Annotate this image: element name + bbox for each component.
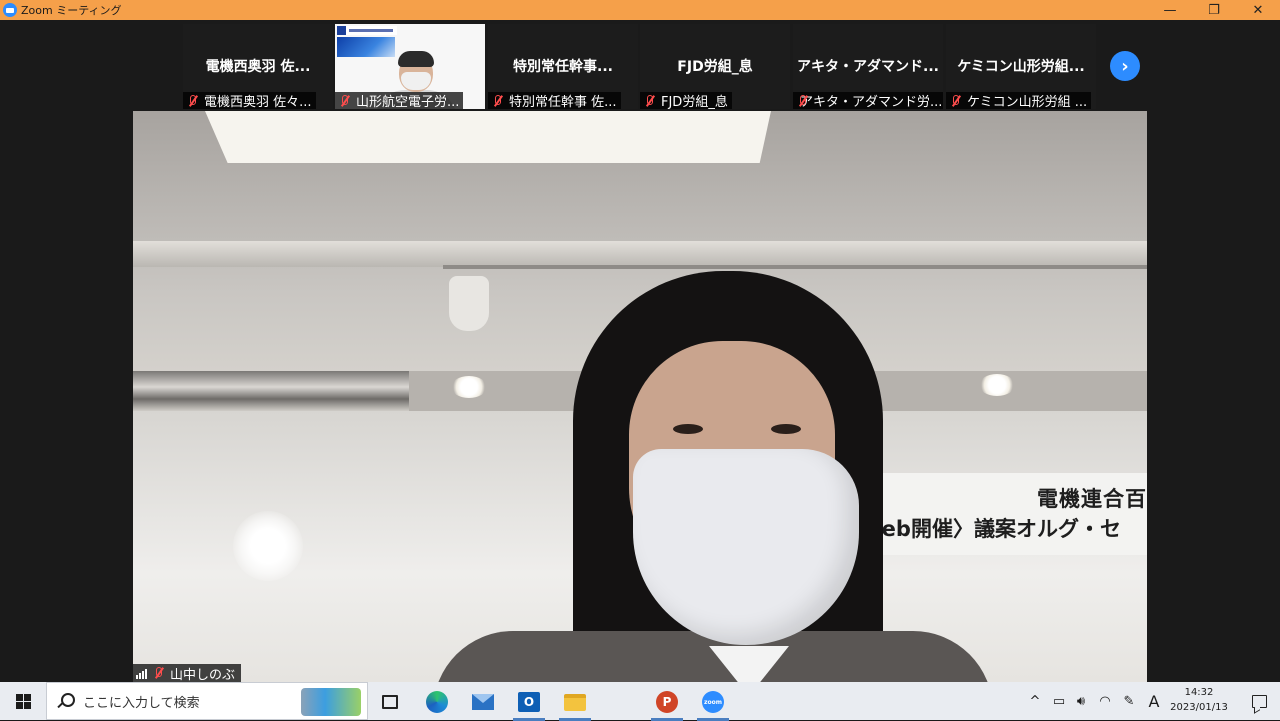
- zoom-window: Zoom ミーティング — ❐ ✕ 電機西奥羽 佐... 電機西奥羽 佐々...…: [0, 0, 1280, 682]
- speaker-name: 山中しのぶ: [170, 667, 236, 683]
- participant-label: FJD労組_息: [640, 92, 732, 109]
- participant-tile[interactable]: FJD労組_息 FJD労組_息: [640, 24, 790, 109]
- participant-label-text: 山形航空電子労...: [356, 95, 460, 109]
- speaker-name-label: 山中しのぶ: [133, 664, 242, 683]
- wifi-icon[interactable]: ◠: [1094, 682, 1116, 720]
- participant-label: ケミコン山形労組 ...: [946, 92, 1092, 109]
- speaker-eye: [673, 424, 703, 434]
- edge-taskbar-button[interactable]: [417, 687, 457, 717]
- mic-muted-icon: [643, 94, 657, 108]
- task-view-icon: [382, 695, 398, 709]
- participant-tile-name: 特別常任幹事...: [513, 59, 613, 75]
- participant-label-text: 特別常任幹事 佐...: [509, 95, 617, 109]
- signal-strength-icon: [136, 668, 147, 679]
- search-icon: [57, 693, 75, 709]
- windows-taskbar: ここに入力して検索 O P zoom ^ ▭ 🔊︎ ◠ ✎ A 14:32 20…: [0, 682, 1280, 721]
- event-banner: 電機連合百 /eb開催〉議案オルグ・セ: [868, 473, 1147, 555]
- pen-icon[interactable]: ✎: [1118, 682, 1140, 720]
- spotlight-lamp: [449, 276, 489, 331]
- participant-tile-name: 電機西奥羽 佐...: [205, 59, 311, 75]
- wall-lamp: [233, 511, 303, 581]
- active-speaker-video[interactable]: 電機連合百 /eb開催〉議案オルグ・セ: [133, 111, 1147, 682]
- light-track: [443, 265, 1147, 269]
- search-placeholder: ここに入力して検索: [83, 695, 200, 711]
- outlook-icon: O: [518, 692, 540, 712]
- participant-mask: [401, 72, 431, 90]
- air-vent: [133, 371, 409, 411]
- participant-tile-name: FJD労組_息: [677, 59, 753, 75]
- taskbar-search-box[interactable]: ここに入力して検索: [46, 682, 368, 720]
- participant-video-tile[interactable]: 山形航空電子労...: [335, 24, 485, 109]
- windows-logo-icon: [15, 693, 31, 709]
- participant-label: 山形航空電子労...: [335, 92, 464, 109]
- battery-icon[interactable]: ▭: [1048, 682, 1070, 720]
- notification-icon: [1251, 694, 1267, 708]
- edge-icon: [426, 691, 448, 713]
- background-logo-image: [337, 37, 395, 57]
- company-logo: [337, 26, 397, 35]
- speaker-eye: [771, 424, 801, 434]
- participant-label-text: FJD労組_息: [661, 95, 728, 109]
- participant-tile[interactable]: 電機西奥羽 佐... 電機西奥羽 佐々...: [183, 24, 333, 109]
- participant-label: 特別常任幹事 佐...: [488, 92, 621, 109]
- show-hidden-icons-button[interactable]: ^: [1024, 682, 1046, 720]
- mic-muted-icon: [491, 94, 505, 108]
- search-highlight-image[interactable]: [301, 688, 361, 716]
- maximize-button[interactable]: ❐: [1192, 0, 1236, 20]
- powerpoint-taskbar-button[interactable]: P: [647, 687, 687, 721]
- participant-tile[interactable]: ケミコン山形労組... ケミコン山形労組 ...: [946, 24, 1096, 109]
- close-button[interactable]: ✕: [1236, 0, 1280, 20]
- mic-muted-icon: [186, 94, 200, 108]
- taskbar-clock[interactable]: 14:32 2023/01/13: [1168, 685, 1230, 715]
- participant-label: 電機西奥羽 佐々...: [183, 92, 316, 109]
- participant-label-text: ケミコン山形労組 ...: [967, 95, 1088, 109]
- participant-tile-name: アキタ・アダマンド...: [797, 59, 939, 75]
- powerpoint-icon: P: [656, 691, 678, 713]
- participant-gallery-strip: 電機西奥羽 佐... 電機西奥羽 佐々... 山形航空電子労... 特別常任幹事…: [0, 22, 1280, 110]
- minimize-button[interactable]: —: [1148, 0, 1192, 20]
- mic-muted-icon: [949, 94, 963, 108]
- mail-taskbar-button[interactable]: [463, 687, 503, 717]
- mic-muted-icon: [338, 94, 352, 108]
- ceiling-skylight: [205, 111, 771, 163]
- task-view-button[interactable]: [370, 687, 410, 717]
- zoom-taskbar-button[interactable]: zoom: [693, 687, 733, 721]
- participant-label-text: アキタ・アダマンド労...: [800, 95, 943, 109]
- volume-icon[interactable]: 🔊︎: [1070, 682, 1092, 720]
- zoom-app-icon: [3, 3, 17, 17]
- banner-text-line1: 電機連合百: [1037, 487, 1147, 511]
- clock-time: 14:32: [1184, 687, 1214, 698]
- participant-tile-name: ケミコン山形労組...: [957, 59, 1085, 75]
- mail-icon: [472, 694, 494, 710]
- participant-tile[interactable]: アキタ・アダマンド... アキタ・アダマンド労...: [793, 24, 943, 109]
- downlight: [979, 374, 1015, 396]
- folder-icon: [564, 693, 586, 711]
- banner-text-line2: /eb開催〉議案オルグ・セ: [874, 517, 1121, 541]
- next-page-button[interactable]: ›: [1110, 51, 1140, 81]
- ime-mode-indicator[interactable]: A: [1142, 682, 1166, 720]
- zoom-icon: zoom: [702, 691, 724, 713]
- ceiling-beam: [133, 241, 1147, 267]
- outlook-taskbar-button[interactable]: O: [509, 687, 549, 721]
- start-button[interactable]: [0, 682, 46, 720]
- participant-label: アキタ・アダマンド労...: [793, 92, 943, 109]
- chevron-right-icon: ›: [1121, 55, 1129, 77]
- file-explorer-taskbar-button[interactable]: [555, 687, 595, 721]
- chevron-up-icon: ^: [1029, 693, 1041, 709]
- notification-center-button[interactable]: [1238, 682, 1280, 720]
- downlight: [451, 376, 487, 398]
- participant-label-text: 電機西奥羽 佐々...: [204, 95, 312, 109]
- title-bar: Zoom ミーティング — ❐ ✕: [0, 0, 1280, 20]
- mic-muted-icon: [152, 666, 166, 680]
- window-title: Zoom ミーティング: [21, 4, 122, 17]
- participant-hair: [398, 51, 434, 67]
- clock-date: 2023/01/13: [1170, 702, 1228, 713]
- participant-tile[interactable]: 特別常任幹事... 特別常任幹事 佐...: [488, 24, 638, 109]
